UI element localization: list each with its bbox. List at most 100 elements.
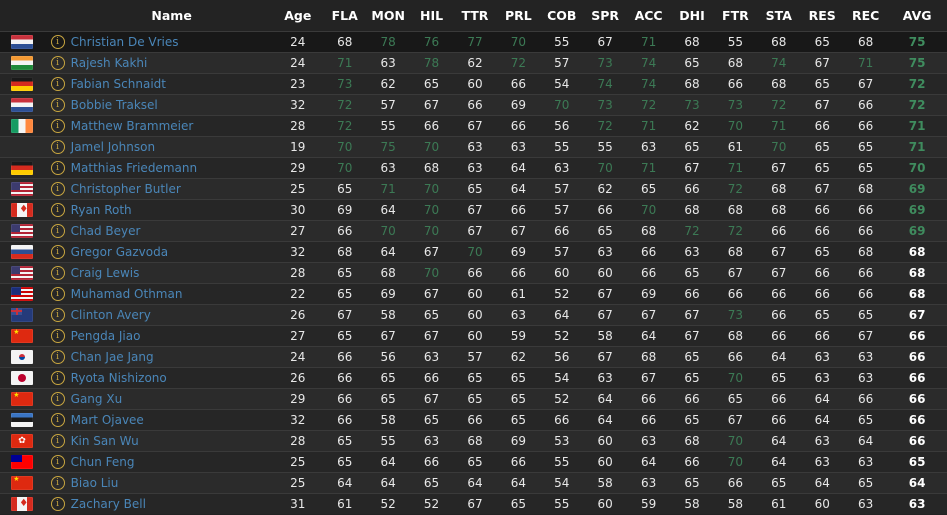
table-row[interactable]: i Gang Xu 29 66 65 67 65 65 52 64 66 66 65 66 64 66 66	[0, 388, 947, 409]
rider-name-link[interactable]: Chun Feng	[71, 455, 135, 469]
column-header-ttr[interactable]: TTR	[453, 0, 496, 31]
stat-res-cell: 65	[814, 139, 830, 154]
rider-name-link[interactable]: Zachary Bell	[71, 497, 146, 511]
column-header-fla[interactable]: FLA	[323, 0, 366, 31]
column-header-spr[interactable]: SPR	[583, 0, 626, 31]
table-row[interactable]: i Clinton Avery 26 67 58 65 60 63 64 67 67 67 73 66 65…	[0, 304, 947, 325]
info-icon[interactable]: i	[50, 34, 65, 49]
column-header-avg[interactable]: AVG	[887, 0, 947, 31]
info-icon[interactable]: i	[50, 55, 65, 70]
stat-cob-cell: 57	[554, 202, 570, 217]
rider-name-link[interactable]: Jamel Johnson	[71, 140, 155, 154]
rider-name-link[interactable]: Chan Jae Jang	[71, 350, 154, 364]
table-row[interactable]: i Ryota Nishizono 26 66 65 66 65 65 54 63 67 65 70 65…	[0, 367, 947, 388]
table-row[interactable]: i Mart Ojavee 32 66 58 65 66 65 66 64 66 65 67 66 64 65…	[0, 409, 947, 430]
info-icon[interactable]: i	[50, 433, 65, 448]
info-icon[interactable]: i	[50, 265, 65, 280]
stat-spr-cell: 60	[597, 265, 613, 280]
rider-name-link[interactable]: Rajesh Kakhi	[71, 56, 148, 70]
rider-name-link[interactable]: Christian De Vries	[71, 35, 179, 49]
table-row[interactable]: i Fabian Schnaidt 23 73 62 65 60 66 54 74 74 68 66 68…	[0, 73, 947, 94]
stat-spr-cell: 73	[597, 55, 613, 70]
rider-name-link[interactable]: Fabian Schnaidt	[71, 77, 166, 91]
table-row[interactable]: i Bobbie Traksel 32 72 57 67 66 69 70 73 72 73 73 72 6…	[0, 94, 947, 115]
table-row[interactable]: i Christopher Butler 25 65 71 70 65 64 57 62 65 66 7…	[0, 178, 947, 199]
rider-name-link[interactable]: Muhamad Othman	[71, 287, 183, 301]
table-row[interactable]: i Biao Liu 25 64 64 65 64 64 54 58 63 65 66 65 64 65 64	[0, 472, 947, 493]
info-icon[interactable]: i	[50, 139, 65, 154]
rider-name-link[interactable]: Ryota Nishizono	[71, 371, 167, 385]
rider-name-link[interactable]: Pengda Jiao	[71, 329, 141, 343]
column-header-mon[interactable]: MON	[366, 0, 409, 31]
info-cell: i	[44, 115, 70, 136]
column-header-ftr[interactable]: FTR	[714, 0, 757, 31]
rider-name-link[interactable]: Bobbie Traksel	[71, 98, 158, 112]
rider-name-link[interactable]: Ryan Roth	[71, 203, 132, 217]
rider-name-link[interactable]: Kin San Wu	[71, 434, 139, 448]
rider-name-link[interactable]: Gang Xu	[71, 392, 123, 406]
rider-name-link[interactable]: Chad Beyer	[71, 224, 141, 238]
table-row[interactable]: i Kin San Wu 28 65 55 63 68 69 53 60 63 68 70 64 63 64 6…	[0, 430, 947, 451]
table-row[interactable]: i Chad Beyer 27 66 70 70 67 67 66 65 68 72 72 66 66 66 6…	[0, 220, 947, 241]
rider-name-link[interactable]: Gregor Gazvoda	[71, 245, 168, 259]
info-icon[interactable]: i	[50, 286, 65, 301]
stat-mon-cell: 67	[380, 328, 396, 343]
info-icon[interactable]: i	[50, 412, 65, 427]
rider-name-link[interactable]: Matthias Friedemann	[71, 161, 197, 175]
info-icon[interactable]: i	[50, 181, 65, 196]
info-icon[interactable]: i	[50, 76, 65, 91]
table-row[interactable]: i Muhamad Othman 22 65 69 67 60 61 52 67 69 66 66 66 6…	[0, 283, 947, 304]
rider-name-link[interactable]: Biao Liu	[71, 476, 119, 490]
info-icon[interactable]: i	[50, 160, 65, 175]
table-row[interactable]: i Ryan Roth 30 69 64 70 67 66 57 66 70 68 68 68 66 66 69	[0, 199, 947, 220]
column-header-prl[interactable]: PRL	[497, 0, 540, 31]
info-cell: i	[44, 367, 70, 388]
age-cell: 28	[290, 118, 306, 133]
table-row[interactable]: i Jamel Johnson 19 70 75 70 63 63 55 55 63 65 61 70 65…	[0, 136, 947, 157]
info-icon[interactable]: i	[50, 497, 65, 511]
column-header-dhi[interactable]: DHI	[670, 0, 713, 31]
name-cell: Mart Ojavee	[71, 409, 273, 430]
info-icon[interactable]: i	[50, 223, 65, 238]
table-row[interactable]: i Matthew Brammeier 28 72 55 66 67 66 56 72 71 62 70…	[0, 115, 947, 136]
info-icon[interactable]: i	[50, 244, 65, 259]
info-icon[interactable]: i	[50, 328, 65, 343]
rider-name-link[interactable]: Matthew Brammeier	[71, 119, 194, 133]
table-row[interactable]: i Matthias Friedemann 29 70 63 68 63 64 63 70 71 67…	[0, 157, 947, 178]
column-header-name[interactable]: Name	[71, 0, 273, 31]
column-header-age[interactable]: Age	[273, 0, 323, 31]
column-header-res[interactable]: RES	[801, 0, 844, 31]
table-row[interactable]: i Christian De Vries 24 68 78 76 77 70 55 67 71 68 5…	[0, 31, 947, 52]
info-icon[interactable]: i	[50, 391, 65, 406]
column-header-sta[interactable]: STA	[757, 0, 800, 31]
column-header-acc[interactable]: ACC	[627, 0, 670, 31]
info-cell: i	[44, 220, 70, 241]
rider-name-link[interactable]: Mart Ojavee	[71, 413, 144, 427]
table-row[interactable]: i Gregor Gazvoda 32 68 64 67 70 69 57 63 66 63 68 67 6…	[0, 241, 947, 262]
info-icon[interactable]: i	[50, 97, 65, 112]
stat-sta-cell: 70	[771, 139, 787, 154]
rider-name-link[interactable]: Craig Lewis	[71, 266, 140, 280]
stat-cob-cell: 66	[554, 412, 570, 427]
stat-mon-cell: 56	[380, 349, 396, 364]
info-icon[interactable]: i	[50, 307, 65, 322]
table-row[interactable]: i Craig Lewis 28 65 68 70 66 66 60 60 66 65 67 67 66 66…	[0, 262, 947, 283]
rider-name-link[interactable]: Clinton Avery	[71, 308, 151, 322]
rider-name-link[interactable]: Christopher Butler	[71, 182, 181, 196]
info-icon[interactable]: i	[50, 118, 65, 133]
flag-cell	[0, 31, 44, 52]
table-row[interactable]: i Zachary Bell 31 61 52 52 67 65 55 60 59 58 58 61 60 6…	[0, 493, 947, 514]
column-header-rec[interactable]: REC	[844, 0, 887, 31]
column-header-hil[interactable]: HIL	[410, 0, 453, 31]
column-header-cob[interactable]: COB	[540, 0, 583, 31]
table-row[interactable]: i Chun Feng 25 65 64 66 65 66 55 60 64 66 70 64 63 63 65	[0, 451, 947, 472]
info-icon[interactable]: i	[50, 370, 65, 385]
info-icon[interactable]: i	[50, 202, 65, 217]
table-row[interactable]: i Rajesh Kakhi 24 71 63 78 62 72 57 73 74 65 68 74 67 7…	[0, 52, 947, 73]
info-icon[interactable]: i	[50, 454, 65, 469]
table-row[interactable]: i Chan Jae Jang 24 66 56 63 57 62 56 67 68 65 66 64 63…	[0, 346, 947, 367]
table-row[interactable]: i Pengda Jiao 27 65 67 67 60 59 52 58 64 67 68 66 66 67…	[0, 325, 947, 346]
info-icon[interactable]: i	[50, 475, 65, 490]
info-icon[interactable]: i	[50, 349, 65, 364]
stat-dhi-cell: 72	[684, 223, 700, 238]
